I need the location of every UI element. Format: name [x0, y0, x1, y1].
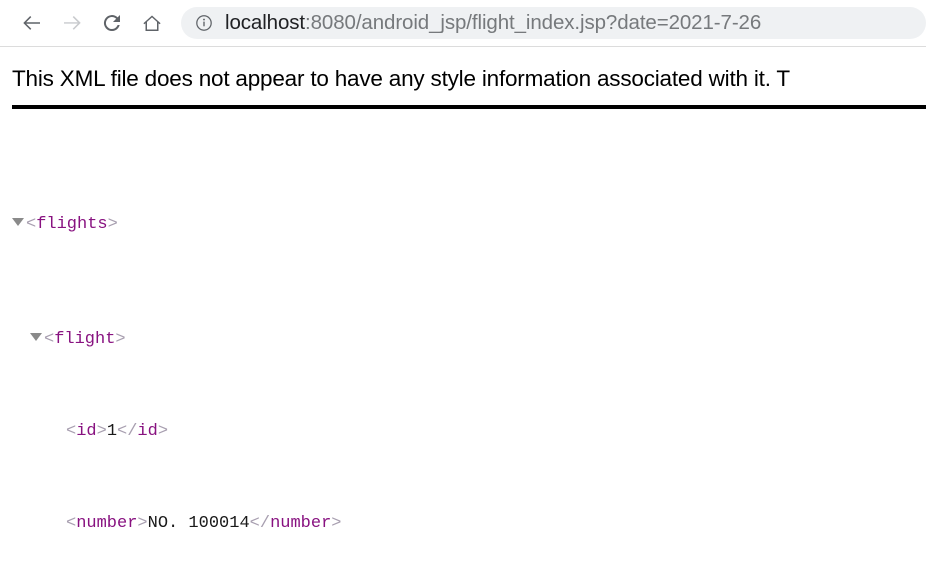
reload-button[interactable]: [92, 3, 132, 43]
forward-button[interactable]: [52, 3, 92, 43]
back-arrow-icon: [23, 16, 40, 30]
xml-notice-area: This XML file does not appear to have an…: [0, 47, 926, 109]
reload-icon: [103, 15, 120, 32]
address-bar[interactable]: localhost:8080/android_jsp/flight_index.…: [181, 7, 926, 39]
info-circle-glyph: [196, 15, 212, 31]
bracket-close: >: [331, 513, 342, 533]
disclosure-triangle-flight-0[interactable]: [30, 332, 42, 341]
disclosure-triangle-flights[interactable]: [12, 217, 24, 226]
xml-tree-viewer: <flights> <flight> <id>1</id> <number>NO…: [0, 109, 926, 576]
bracket-close: >: [96, 421, 107, 441]
value-id: 1: [106, 421, 118, 441]
xml-line-number: <number>NO. 100014</number>: [12, 512, 926, 535]
bracket-close-open: </: [249, 513, 271, 533]
xml-line-flight-open: <flight>: [12, 328, 926, 351]
tag-flights: flights: [36, 214, 108, 234]
bracket-close: >: [137, 513, 148, 533]
tag-id-close: id: [137, 421, 158, 441]
bracket-close: >: [157, 421, 169, 441]
home-icon: [143, 15, 161, 31]
xml-line-id: <id>1</id>: [12, 420, 926, 443]
tag-flight: flight: [54, 329, 116, 349]
value-number: NO. 100014: [147, 513, 250, 533]
browser-toolbar: localhost:8080/android_jsp/flight_index.…: [0, 0, 926, 47]
tag-id: id: [76, 421, 97, 441]
tag-number: number: [76, 513, 138, 533]
xml-style-notice: This XML file does not appear to have an…: [12, 66, 790, 91]
xml-line-root-open: <flights>: [12, 213, 926, 236]
info-circle-icon[interactable]: [195, 14, 213, 32]
url-path: :8080/android_jsp/flight_index.jsp?date=…: [305, 11, 762, 34]
bracket-close-open: </: [117, 421, 138, 441]
bracket-close: >: [115, 329, 126, 349]
tag-number-close: number: [270, 513, 332, 533]
bracket-open: <: [44, 329, 55, 349]
url-host: localhost: [225, 11, 306, 34]
address-bar-text: localhost:8080/android_jsp/flight_index.…: [225, 11, 761, 35]
home-button[interactable]: [132, 3, 172, 43]
forward-arrow-icon: [64, 16, 81, 30]
bracket-open: <: [66, 421, 77, 441]
bracket-close: >: [107, 214, 118, 234]
bracket-open: <: [66, 513, 77, 533]
back-button[interactable]: [12, 3, 52, 43]
bracket-open: <: [26, 214, 37, 234]
